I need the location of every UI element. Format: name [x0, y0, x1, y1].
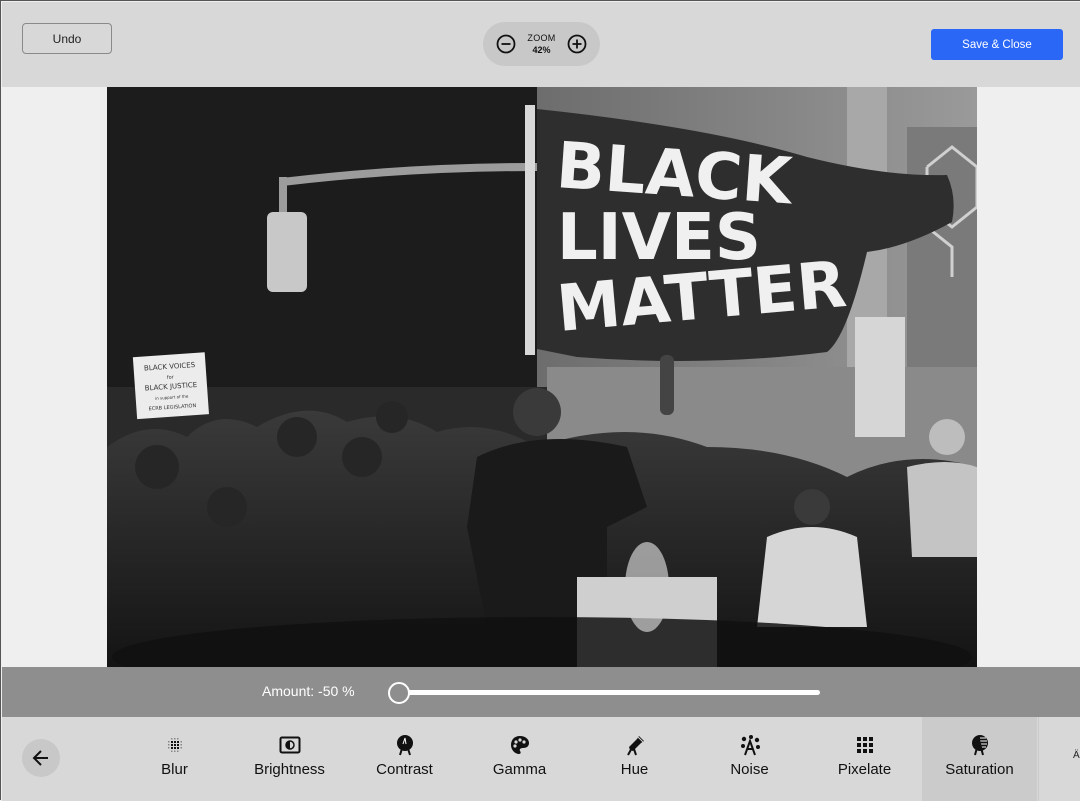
- saturation-icon: [968, 733, 992, 757]
- top-bar: Undo ZOOM 42% Save & Close: [2, 2, 1080, 87]
- grid-icon: [853, 733, 877, 757]
- tool-gamma[interactable]: Gamma: [462, 717, 577, 801]
- zoom-label: ZOOM: [527, 33, 556, 43]
- image-editor: Undo ZOOM 42% Save & Close BLACK LIVES M…: [0, 0, 1080, 801]
- tool-label: Hue: [620, 761, 649, 778]
- tool-pixelate[interactable]: Pixelate: [807, 717, 922, 801]
- blur-icon: [163, 733, 187, 757]
- slider-thumb[interactable]: [388, 682, 410, 704]
- minus-circle-icon: [496, 34, 516, 54]
- zoom-out-button[interactable]: [495, 33, 517, 55]
- tool-label: Gamma: [492, 761, 547, 778]
- eyedropper-icon: [623, 733, 647, 757]
- undo-button[interactable]: Undo: [22, 23, 112, 54]
- tool-label: Blur: [161, 761, 188, 778]
- zoom-in-button[interactable]: [566, 33, 588, 55]
- arrow-left-icon: [32, 750, 48, 766]
- overflow-glyph: Ä: [1073, 750, 1080, 761]
- amount-label: Amount: -50 %: [262, 683, 355, 699]
- filter-toolbar: Blur Brightness Contrast Gamma Hue Noise…: [2, 717, 1080, 801]
- plus-circle-icon: [567, 34, 587, 54]
- amount-slider[interactable]: [388, 680, 820, 704]
- tool-label: Pixelate: [837, 761, 892, 778]
- brightness-icon: [278, 733, 302, 757]
- adjustment-bar: Amount: -50 %: [2, 667, 1080, 717]
- photo-render: BLACK LIVES MATTER BLACK VOICES for BLAC…: [107, 87, 977, 667]
- canvas-area: BLACK LIVES MATTER BLACK VOICES for BLAC…: [2, 87, 1080, 667]
- tool-label: Saturation: [945, 761, 1014, 778]
- palette-icon: [508, 733, 532, 757]
- tool-hue[interactable]: Hue: [577, 717, 692, 801]
- slider-track[interactable]: [398, 690, 820, 695]
- back-button[interactable]: [22, 739, 60, 777]
- zoom-value: 42%: [532, 45, 551, 55]
- zoom-readout: ZOOM 42%: [527, 32, 555, 56]
- noise-icon: [738, 733, 762, 757]
- tool-label: Noise: [730, 761, 769, 778]
- tool-label: Contrast: [376, 761, 433, 778]
- tool-contrast[interactable]: Contrast: [347, 717, 462, 801]
- edited-photo[interactable]: BLACK LIVES MATTER BLACK VOICES for BLAC…: [107, 87, 977, 667]
- tool-blur[interactable]: Blur: [117, 717, 232, 801]
- toolbar-overflow-item[interactable]: Ä: [1038, 717, 1080, 801]
- zoom-control: ZOOM 42%: [483, 22, 600, 66]
- contrast-icon: [393, 733, 417, 757]
- tool-noise[interactable]: Noise: [692, 717, 807, 801]
- tool-label: Brightness: [254, 761, 325, 778]
- tool-saturation[interactable]: Saturation: [922, 717, 1037, 801]
- save-and-close-button[interactable]: Save & Close: [931, 29, 1063, 60]
- tool-brightness[interactable]: Brightness: [232, 717, 347, 801]
